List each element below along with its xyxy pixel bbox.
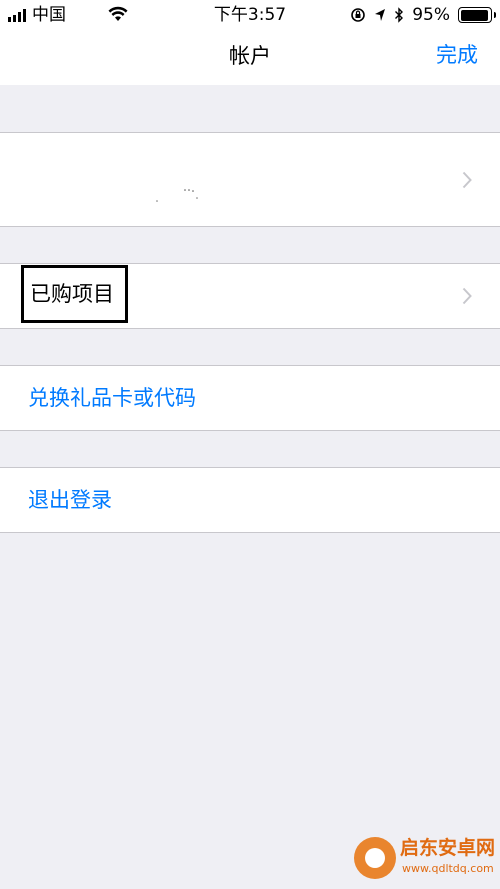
account-row[interactable] [0, 132, 500, 227]
location-arrow-icon [375, 9, 386, 21]
chevron-right-icon [462, 287, 472, 305]
watermark-url: www.qdltdq.com [402, 862, 494, 875]
account-info-placeholder [156, 189, 198, 202]
done-button[interactable]: 完成 [436, 42, 478, 68]
orientation-lock-icon [351, 8, 366, 22]
battery-fill [460, 9, 489, 21]
chevron-right-icon [462, 171, 472, 188]
purchased-highlight: 已购项目 [21, 265, 128, 323]
battery-percent: 95% [412, 5, 450, 25]
signout-label: 退出登录 [28, 488, 112, 512]
nav-bar: 帐户 完成 [0, 30, 500, 85]
watermark-logo-icon [354, 837, 396, 879]
bluetooth-icon [395, 7, 404, 23]
redeem-row[interactable]: 兑换礼品卡或代码 [0, 365, 500, 431]
watermark-logo: 启东安卓网 www.qdltdq.com [354, 833, 496, 885]
status-right: 95% [350, 4, 496, 26]
signout-row[interactable]: 退出登录 [0, 467, 500, 533]
redeem-label: 兑换礼品卡或代码 [28, 386, 196, 410]
purchased-label: 已购项目 [30, 282, 114, 306]
page-title: 帐户 [229, 44, 271, 68]
battery-icon [458, 7, 496, 23]
watermark-name: 启东安卓网 [400, 837, 496, 859]
purchased-row[interactable]: 已购项目 [0, 263, 500, 329]
status-bar: 中国 下午3:57 95% [0, 0, 500, 30]
